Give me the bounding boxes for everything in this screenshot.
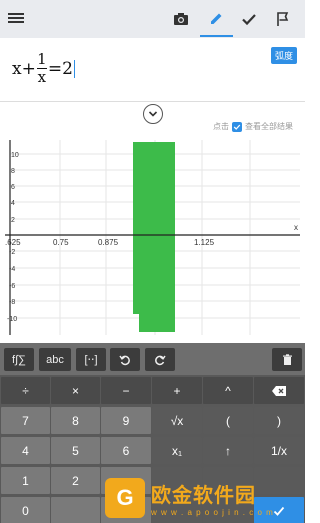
x-tick-labels: .625 0.75 0.875 1.125: [5, 238, 215, 247]
math-keyboard: f∫∑ abc [⋅⋅] ÷ × − + ^ 7 8 9 √x ( ) 4 5 …: [0, 343, 305, 523]
equals-key[interactable]: [101, 497, 151, 523]
power-key[interactable]: ^: [203, 377, 253, 404]
digit-9-key[interactable]: 9: [101, 407, 151, 434]
flag-icon[interactable]: [274, 10, 292, 28]
y-tick-label: -10: [7, 316, 17, 323]
left-arrow-key[interactable]: [203, 467, 253, 494]
function-key[interactable]: [152, 467, 202, 494]
clear-button[interactable]: [272, 348, 302, 371]
keyboard-toolbar: f∫∑ abc [⋅⋅]: [0, 343, 305, 375]
digit-8-key[interactable]: 8: [51, 407, 100, 434]
y-tick-label: -6: [9, 283, 15, 290]
fraction-numerator: 1: [37, 50, 47, 68]
fraction-denominator: x: [37, 68, 47, 86]
trash-icon: [282, 353, 292, 365]
y-tick-label: -8: [9, 299, 15, 306]
digit-0-key[interactable]: 0: [1, 497, 50, 523]
active-tab-indicator: [200, 35, 233, 37]
backspace-icon: [272, 385, 286, 396]
solution-fill-region-lower: [139, 314, 175, 332]
decimal-key[interactable]: [51, 497, 100, 523]
undo-icon: [119, 355, 130, 365]
close-paren-key[interactable]: ): [254, 407, 304, 434]
y-tick-label: -2: [9, 249, 15, 256]
camera-icon[interactable]: [172, 10, 190, 28]
minus-key[interactable]: −: [101, 377, 151, 404]
solution-fill-region: [133, 142, 175, 314]
digit-5-key[interactable]: 5: [51, 437, 100, 464]
x-tick-label: 1.125: [194, 238, 215, 247]
view-all-label[interactable]: 查看全部结果: [245, 121, 293, 132]
digit-4-key[interactable]: 4: [1, 437, 50, 464]
y-tick-label: 4: [11, 200, 15, 207]
divide-key[interactable]: ÷: [1, 377, 50, 404]
matrix-tab[interactable]: [⋅⋅]: [76, 348, 106, 371]
digit-3-key[interactable]: [101, 467, 151, 494]
x-tick-label: 0.875: [98, 238, 119, 247]
confirm-key[interactable]: [254, 497, 304, 523]
subscript-key[interactable]: x₁: [152, 437, 202, 464]
check-icon[interactable]: [240, 10, 258, 28]
fraction: 1 x: [36, 50, 47, 86]
formula-suffix: =2: [47, 58, 73, 79]
view-all-results: 点击 查看全部结果: [213, 121, 293, 132]
up-arrow-key[interactable]: ↑: [203, 437, 253, 464]
digit-2-key[interactable]: 2: [51, 467, 100, 494]
right-arrow-key[interactable]: [254, 467, 304, 494]
formula-input-area[interactable]: x+ 1 x =2 弧度: [0, 38, 305, 102]
redo-icon: [155, 355, 166, 365]
digit-6-key[interactable]: 6: [101, 437, 151, 464]
digit-1-key[interactable]: 1: [1, 467, 50, 494]
redo-button[interactable]: [145, 348, 175, 371]
graph-plot[interactable]: x .625 0.75 0.875 1.125 10 8 6 4 2 -2 -4…: [0, 135, 305, 340]
digit-7-key[interactable]: 7: [1, 407, 50, 434]
reciprocal-key[interactable]: 1/x: [254, 437, 304, 464]
x-axis-label: x: [294, 223, 298, 232]
y-tick-label: 10: [11, 152, 19, 159]
y-tick-label: 2: [11, 217, 15, 224]
x-tick-label: 0.75: [53, 238, 69, 247]
variable-key[interactable]: [152, 497, 202, 523]
multiply-key[interactable]: ×: [51, 377, 100, 404]
collapse-button[interactable]: [143, 104, 163, 124]
text-cursor: [73, 59, 75, 78]
formula-prefix: x+: [12, 58, 36, 79]
pencil-icon[interactable]: [207, 10, 225, 28]
down-arrow-key[interactable]: [203, 497, 253, 523]
x-tick-label: .625: [5, 238, 21, 247]
letters-tab[interactable]: abc: [39, 348, 71, 371]
check-icon: [273, 506, 285, 516]
backspace-key[interactable]: [254, 377, 304, 404]
menu-icon[interactable]: [8, 11, 24, 27]
sqrt-key[interactable]: √x: [152, 407, 202, 434]
chevron-down-icon: [148, 111, 158, 117]
view-all-checkbox[interactable]: [232, 121, 242, 132]
functions-tab[interactable]: f∫∑: [4, 348, 34, 371]
y-tick-label: 6: [11, 184, 15, 191]
top-toolbar: [0, 0, 305, 38]
undo-button[interactable]: [110, 348, 140, 371]
y-tick-label: -4: [9, 266, 15, 273]
view-all-prefix: 点击: [213, 122, 229, 131]
y-tick-label: 8: [11, 168, 15, 175]
plus-key[interactable]: +: [152, 377, 202, 404]
angle-mode-badge[interactable]: 弧度: [270, 47, 297, 64]
formula-display[interactable]: x+ 1 x =2: [12, 52, 75, 85]
open-paren-key[interactable]: (: [203, 407, 253, 434]
